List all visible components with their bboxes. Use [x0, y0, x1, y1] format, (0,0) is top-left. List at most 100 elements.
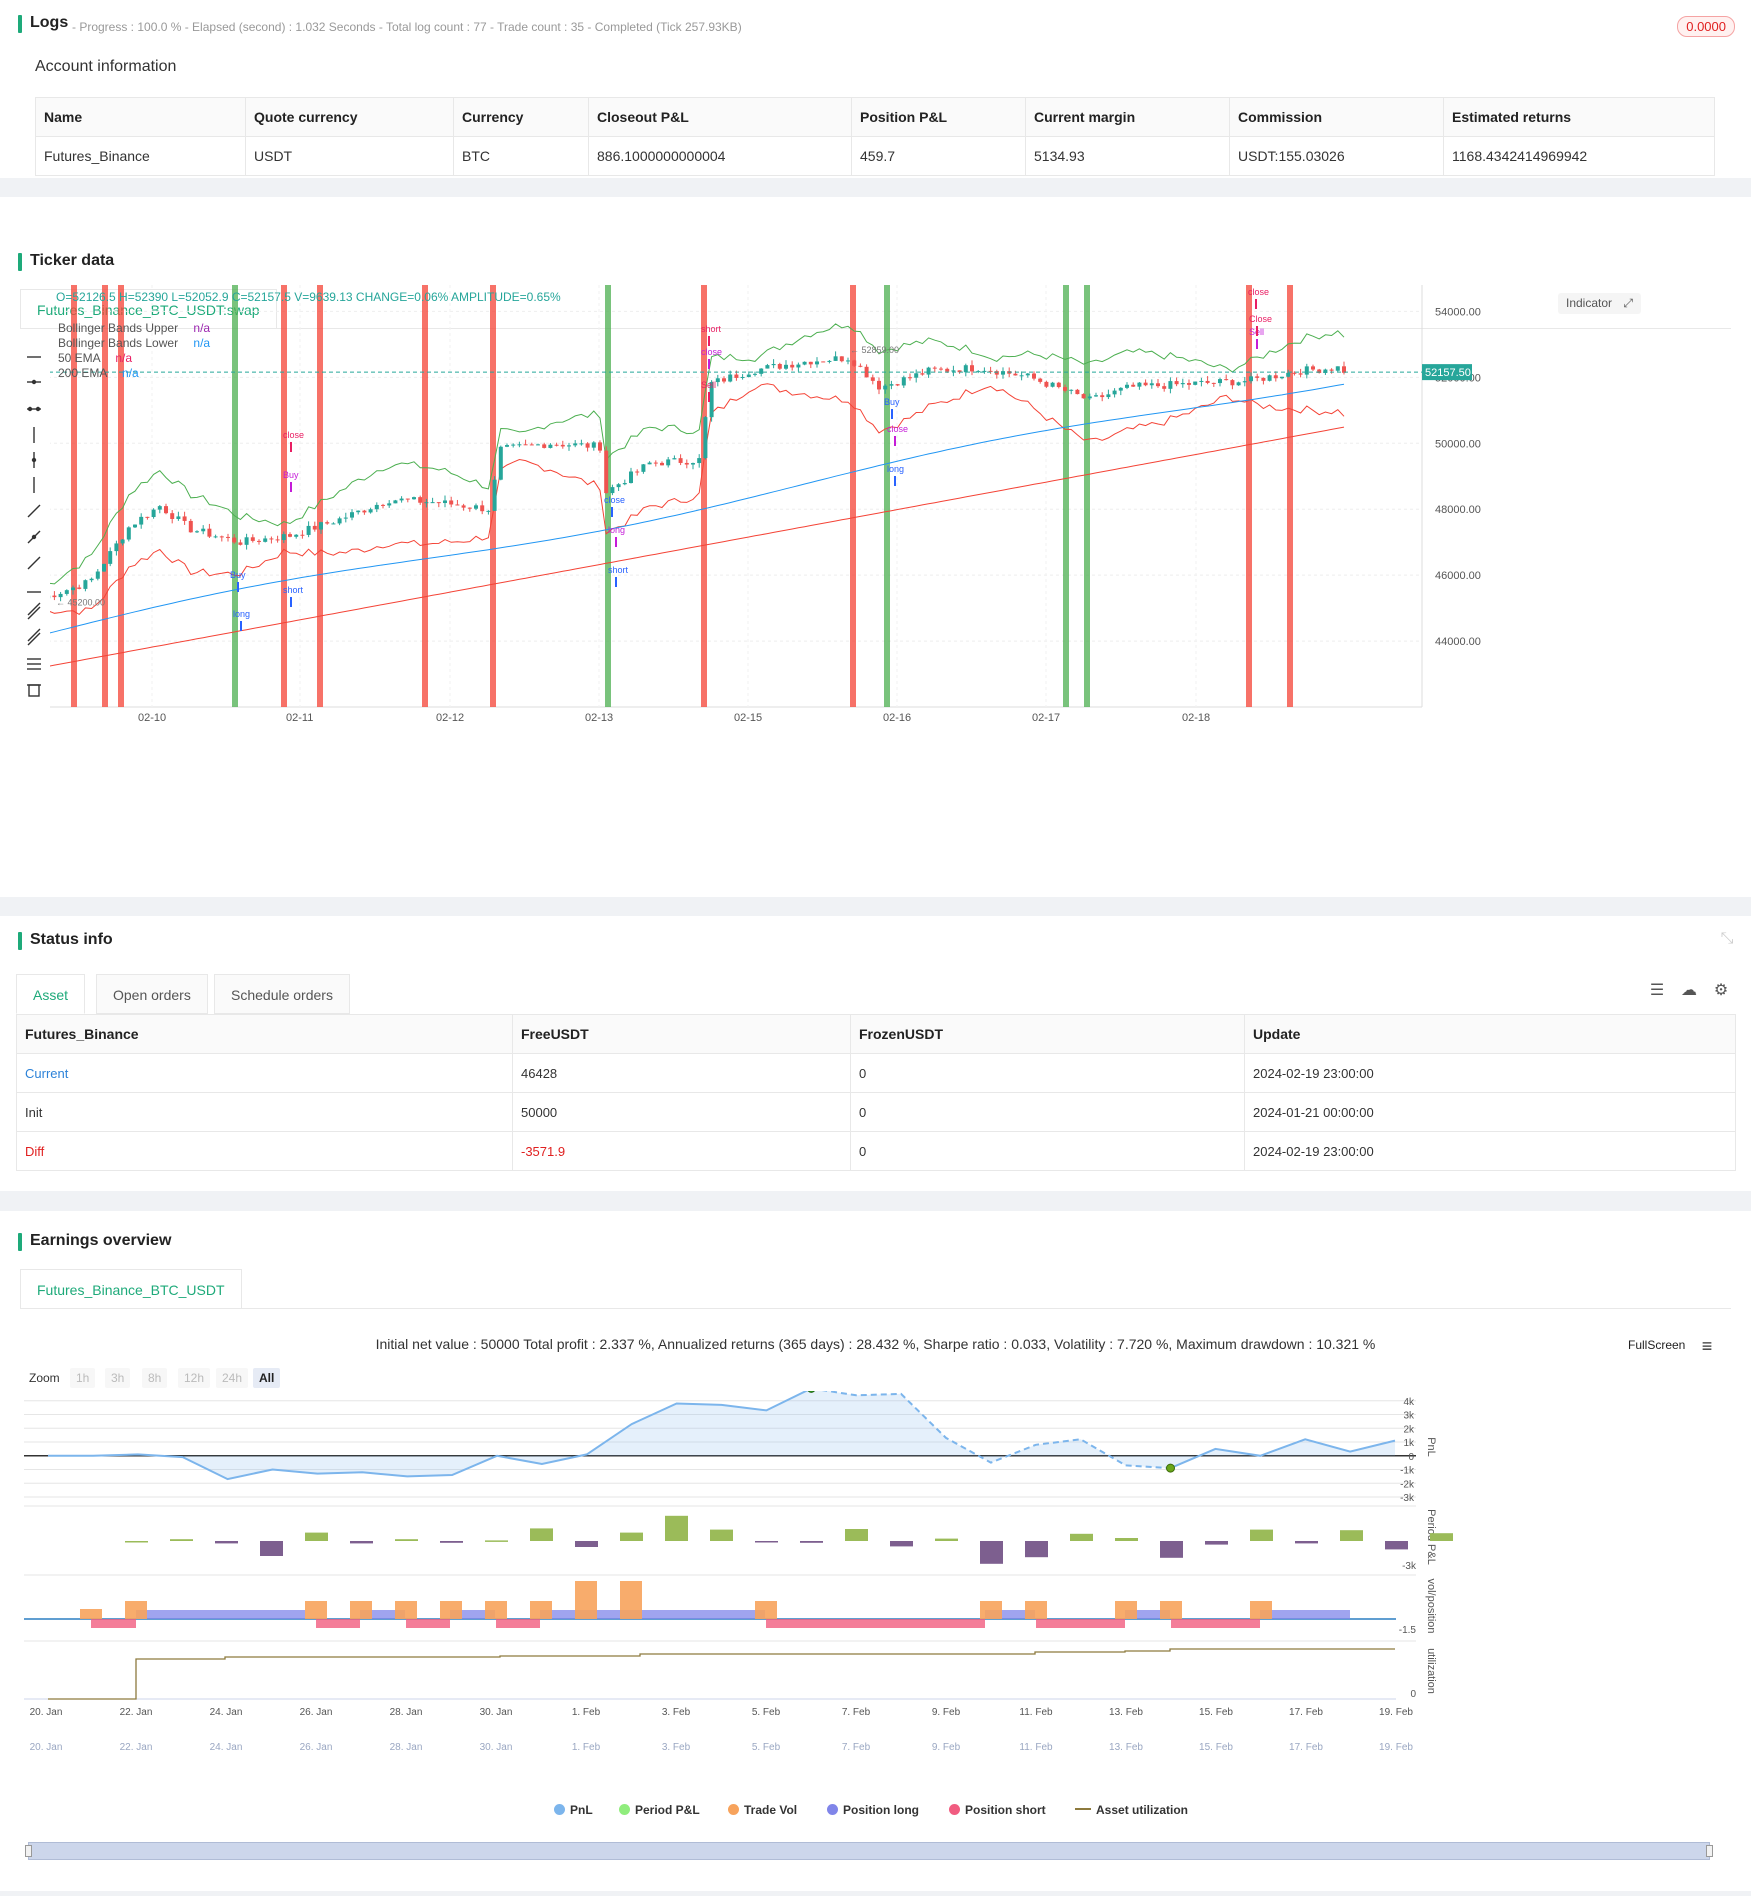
legend-position-long[interactable]: Position long	[827, 1803, 919, 1817]
pnl-tick-label: -2k	[1400, 1479, 1415, 1490]
navigator-handle-left[interactable]	[25, 1845, 32, 1857]
candle-body	[1280, 377, 1284, 378]
date-tick-label: 20. Jan	[30, 1707, 63, 1718]
date-tick-label: 7. Feb	[842, 1707, 871, 1718]
period-pnl-bar	[530, 1528, 553, 1541]
candle-body	[1156, 383, 1160, 386]
candle-body	[741, 377, 745, 378]
drawing-tools-icons[interactable]	[24, 347, 44, 777]
collapse-icon[interactable]: ⤡	[1718, 930, 1736, 948]
util-tick-label: 0	[1410, 1689, 1416, 1700]
tab-open-orders[interactable]: Open orders	[96, 974, 208, 1014]
candle-body	[245, 537, 249, 545]
expand-icon[interactable]: ⤢	[1623, 296, 1633, 310]
candle-body	[207, 529, 211, 537]
zoom-24h[interactable]: 24h	[216, 1368, 248, 1388]
zoom-3h[interactable]: 3h	[105, 1368, 130, 1388]
zoom-8h[interactable]: 8h	[142, 1368, 167, 1388]
period-pnl-bar	[170, 1539, 193, 1541]
candle-body	[722, 378, 726, 381]
candle-body	[1218, 379, 1222, 383]
period-pnl-bar	[215, 1541, 238, 1543]
candle-body	[1230, 380, 1234, 385]
candle-body	[834, 356, 838, 361]
zoom-12h[interactable]: 12h	[178, 1368, 210, 1388]
legend-asset-utilization[interactable]: Asset utilization	[1075, 1803, 1188, 1817]
candle-body	[294, 535, 298, 537]
table-row: Futures_Binance USDT BTC 886.10000000000…	[36, 137, 1715, 176]
position-short-bar	[1171, 1619, 1260, 1628]
pnl-tick-label: 3k	[1403, 1411, 1415, 1422]
candle-body	[418, 497, 422, 503]
earnings-title: Earnings overview	[30, 1232, 171, 1250]
high-price-label: ← 52859.00	[850, 345, 899, 355]
zoom-all[interactable]: All	[253, 1368, 280, 1388]
candlestick-chart[interactable]: 54000.0052000.0050000.0048000.0046000.00…	[50, 285, 1740, 725]
position-short-bar	[91, 1619, 136, 1628]
legend-pnl[interactable]: PnL	[554, 1803, 593, 1817]
trade-vol-bar	[1115, 1601, 1137, 1619]
candle-body	[784, 365, 788, 369]
gear-icon[interactable]: ⚙	[1712, 982, 1730, 1000]
tab-asset[interactable]: Asset	[16, 974, 85, 1014]
period-pnl-bar	[1160, 1541, 1183, 1558]
date-tick-label: 02-17	[1032, 712, 1060, 724]
sell-signal-band	[1246, 285, 1252, 707]
vol-tick-label: -1.5	[1399, 1625, 1417, 1636]
candle-body	[1113, 391, 1117, 395]
candle-body	[90, 579, 94, 580]
position-long-bar	[1260, 1610, 1350, 1619]
account-col-returns: Estimated returns	[1444, 98, 1715, 137]
candle-body	[759, 369, 763, 374]
cloud-download-icon[interactable]: ☁	[1680, 982, 1698, 1000]
position-long-bar	[540, 1610, 765, 1619]
trade-vol-bar	[305, 1601, 327, 1619]
candle-body	[1255, 376, 1259, 378]
asset-header-row: Futures_Binance FreeUSDT FrozenUSDT Upda…	[17, 1015, 1736, 1054]
axis-title: utilization	[1425, 1648, 1437, 1694]
candle-body	[158, 506, 162, 509]
price-tick-label: 50000.00	[1435, 438, 1481, 450]
pnl-tick-label: 0	[1408, 1452, 1414, 1463]
legend-trade-vol[interactable]: Trade Vol	[728, 1803, 797, 1817]
period-pnl-bar	[350, 1541, 373, 1543]
candle-body	[1224, 379, 1228, 380]
trade-vol-bar	[530, 1601, 552, 1619]
navigator-scrollbar[interactable]	[28, 1842, 1710, 1860]
candle-body	[573, 443, 577, 445]
date-tick-label: 02-18	[1182, 712, 1210, 724]
navigator-handle-right[interactable]	[1706, 1845, 1713, 1857]
pnl-tick-label: 2k	[1403, 1424, 1415, 1435]
candle-body	[598, 442, 602, 450]
account-col-name: Name	[36, 98, 246, 137]
candle-body	[852, 360, 856, 365]
menu-icon[interactable]: ≡	[1698, 1337, 1716, 1355]
navigator-date-label: 22. Jan	[120, 1742, 153, 1753]
table-row: Current 46428 0 2024-02-19 23:00:00	[17, 1054, 1736, 1093]
candle-body	[226, 537, 230, 538]
indicator-button[interactable]: Indicator ⤢	[1558, 293, 1641, 314]
candle-body	[114, 543, 118, 551]
low-price-label: ← 45200.00	[56, 598, 105, 608]
candle-body	[809, 362, 813, 365]
pnl-tick-label: 1k	[1403, 1438, 1415, 1449]
legend-period-pnl[interactable]: Period P&L	[619, 1803, 700, 1817]
fullscreen-button[interactable]: FullScreen	[1628, 1338, 1685, 1352]
signal-label: Buy	[884, 397, 900, 407]
candle-body	[480, 505, 484, 511]
candle-body	[1032, 374, 1036, 379]
candle-body	[176, 516, 180, 519]
tab-schedule-orders[interactable]: Schedule orders	[214, 974, 350, 1014]
date-tick-label: 11. Feb	[1019, 1707, 1053, 1718]
zoom-1h[interactable]: 1h	[70, 1368, 95, 1388]
account-table: Name Quote currency Currency Closeout P&…	[35, 97, 1715, 176]
candle-body	[127, 527, 131, 539]
buy-signal-band	[1084, 285, 1090, 707]
status-panel: Status info ⤡ Asset Open orders Schedule…	[0, 916, 1751, 1191]
list-icon[interactable]: ☰	[1648, 982, 1666, 1000]
period-pnl-bar	[125, 1541, 148, 1543]
candle-body	[716, 378, 720, 382]
ema-200-line	[50, 427, 1344, 667]
legend-position-short[interactable]: Position short	[949, 1803, 1046, 1817]
tab-earnings-symbol[interactable]: Futures_Binance_BTC_USDT	[20, 1269, 242, 1309]
